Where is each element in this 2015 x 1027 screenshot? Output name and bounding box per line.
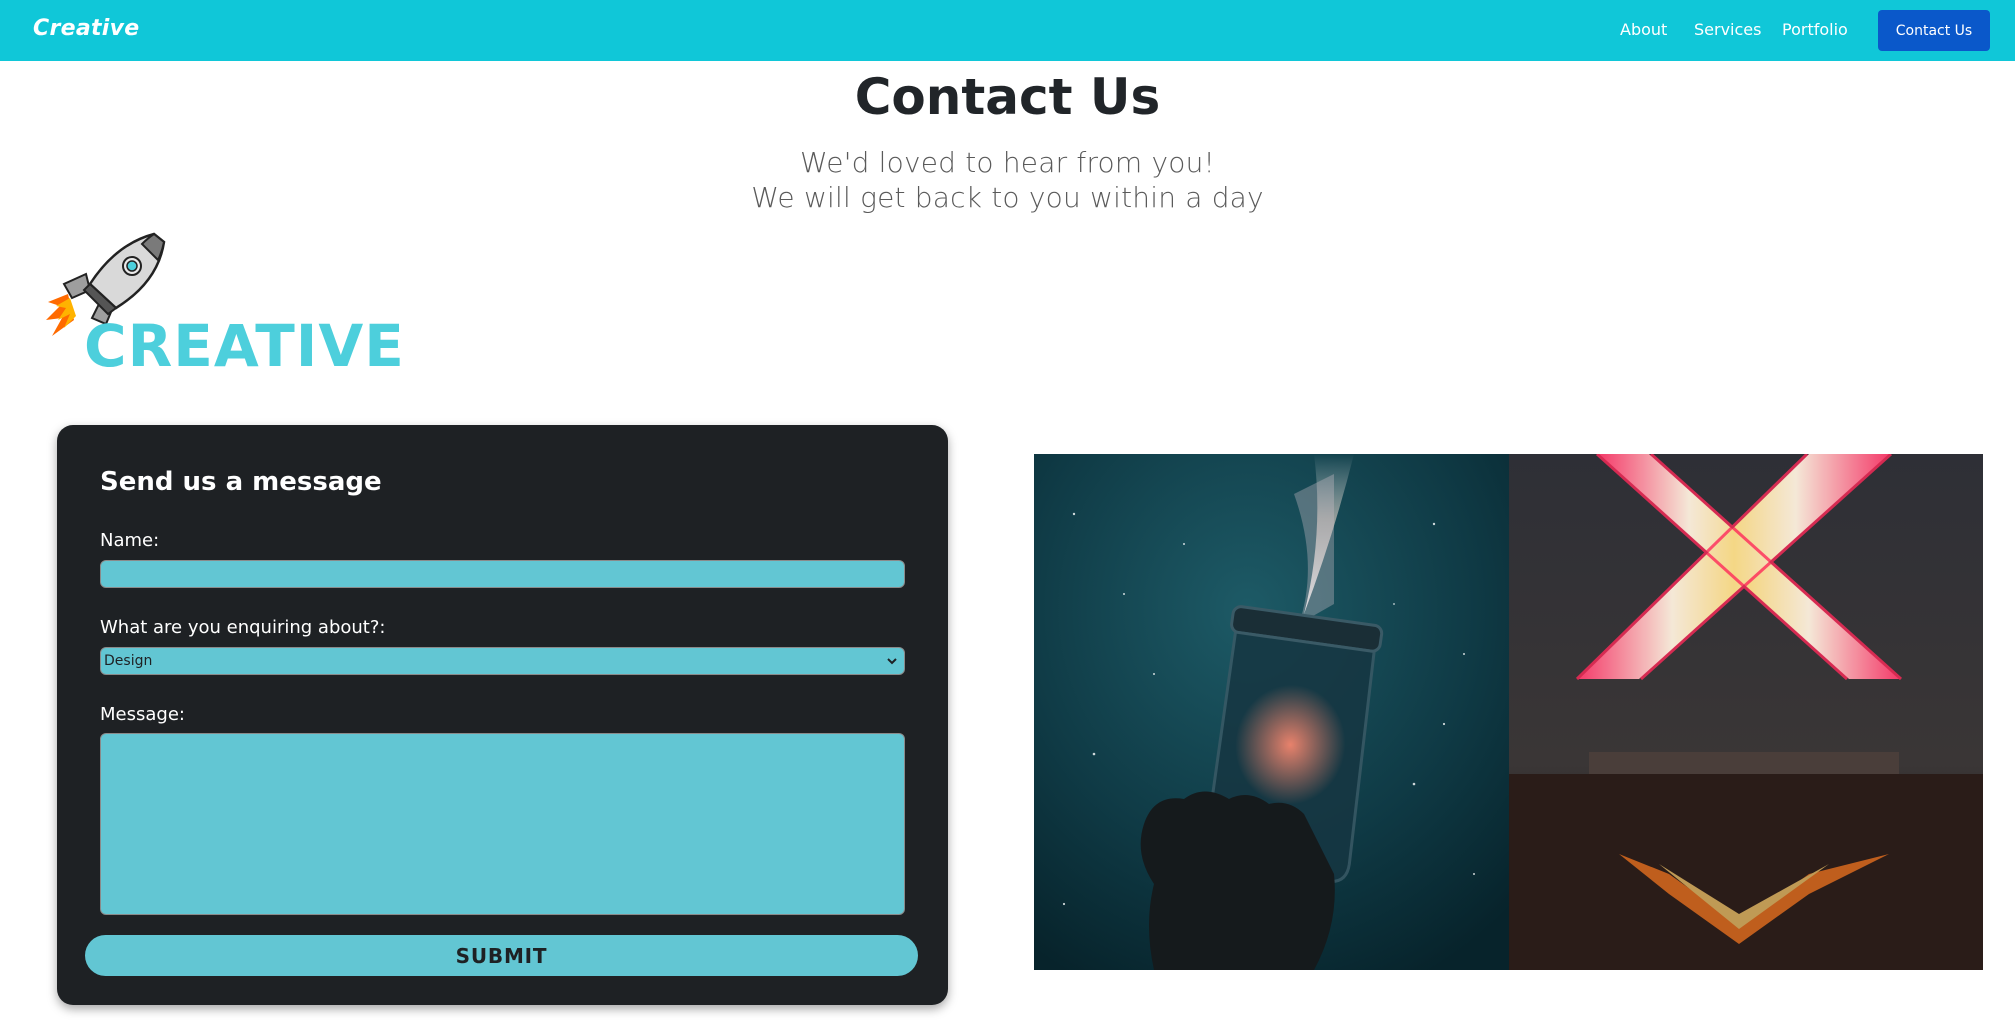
enquiry-select[interactable]: Design bbox=[100, 647, 905, 675]
message-label: Message: bbox=[100, 704, 185, 725]
form-heading: Send us a message bbox=[100, 467, 382, 497]
creative-logo: CREATIVE bbox=[46, 232, 404, 382]
submit-button[interactable]: SUBMIT bbox=[85, 935, 918, 976]
nav-link-portfolio[interactable]: Portfolio bbox=[1782, 20, 1848, 39]
enquiry-label: What are you enquiring about?: bbox=[100, 617, 386, 638]
subtitle-line-2: We will get back to you within a day bbox=[751, 181, 1264, 214]
neon-x-photo bbox=[1509, 454, 1983, 970]
subtitle-line-1: We'd loved to hear from you! bbox=[800, 146, 1215, 179]
enquiry-selected-value: Design bbox=[104, 653, 153, 669]
logo-text: CREATIVE bbox=[84, 312, 405, 380]
navbar: Creative About Services Portfolio Contac… bbox=[0, 0, 2015, 61]
message-textarea[interactable] bbox=[100, 733, 905, 915]
contact-form-card: Send us a message Name: What are you enq… bbox=[57, 425, 948, 1005]
name-input[interactable] bbox=[100, 560, 905, 588]
nav-link-services[interactable]: Services bbox=[1694, 20, 1761, 39]
nav-link-about[interactable]: About bbox=[1620, 20, 1667, 39]
contact-us-button[interactable]: Contact Us bbox=[1878, 10, 1990, 51]
chevron-down-icon bbox=[887, 658, 897, 665]
page-title: Contact Us bbox=[854, 68, 1161, 126]
brand-logo[interactable]: Creative bbox=[33, 16, 139, 41]
name-label: Name: bbox=[100, 530, 160, 551]
galaxy-jar-photo bbox=[1034, 454, 1509, 970]
